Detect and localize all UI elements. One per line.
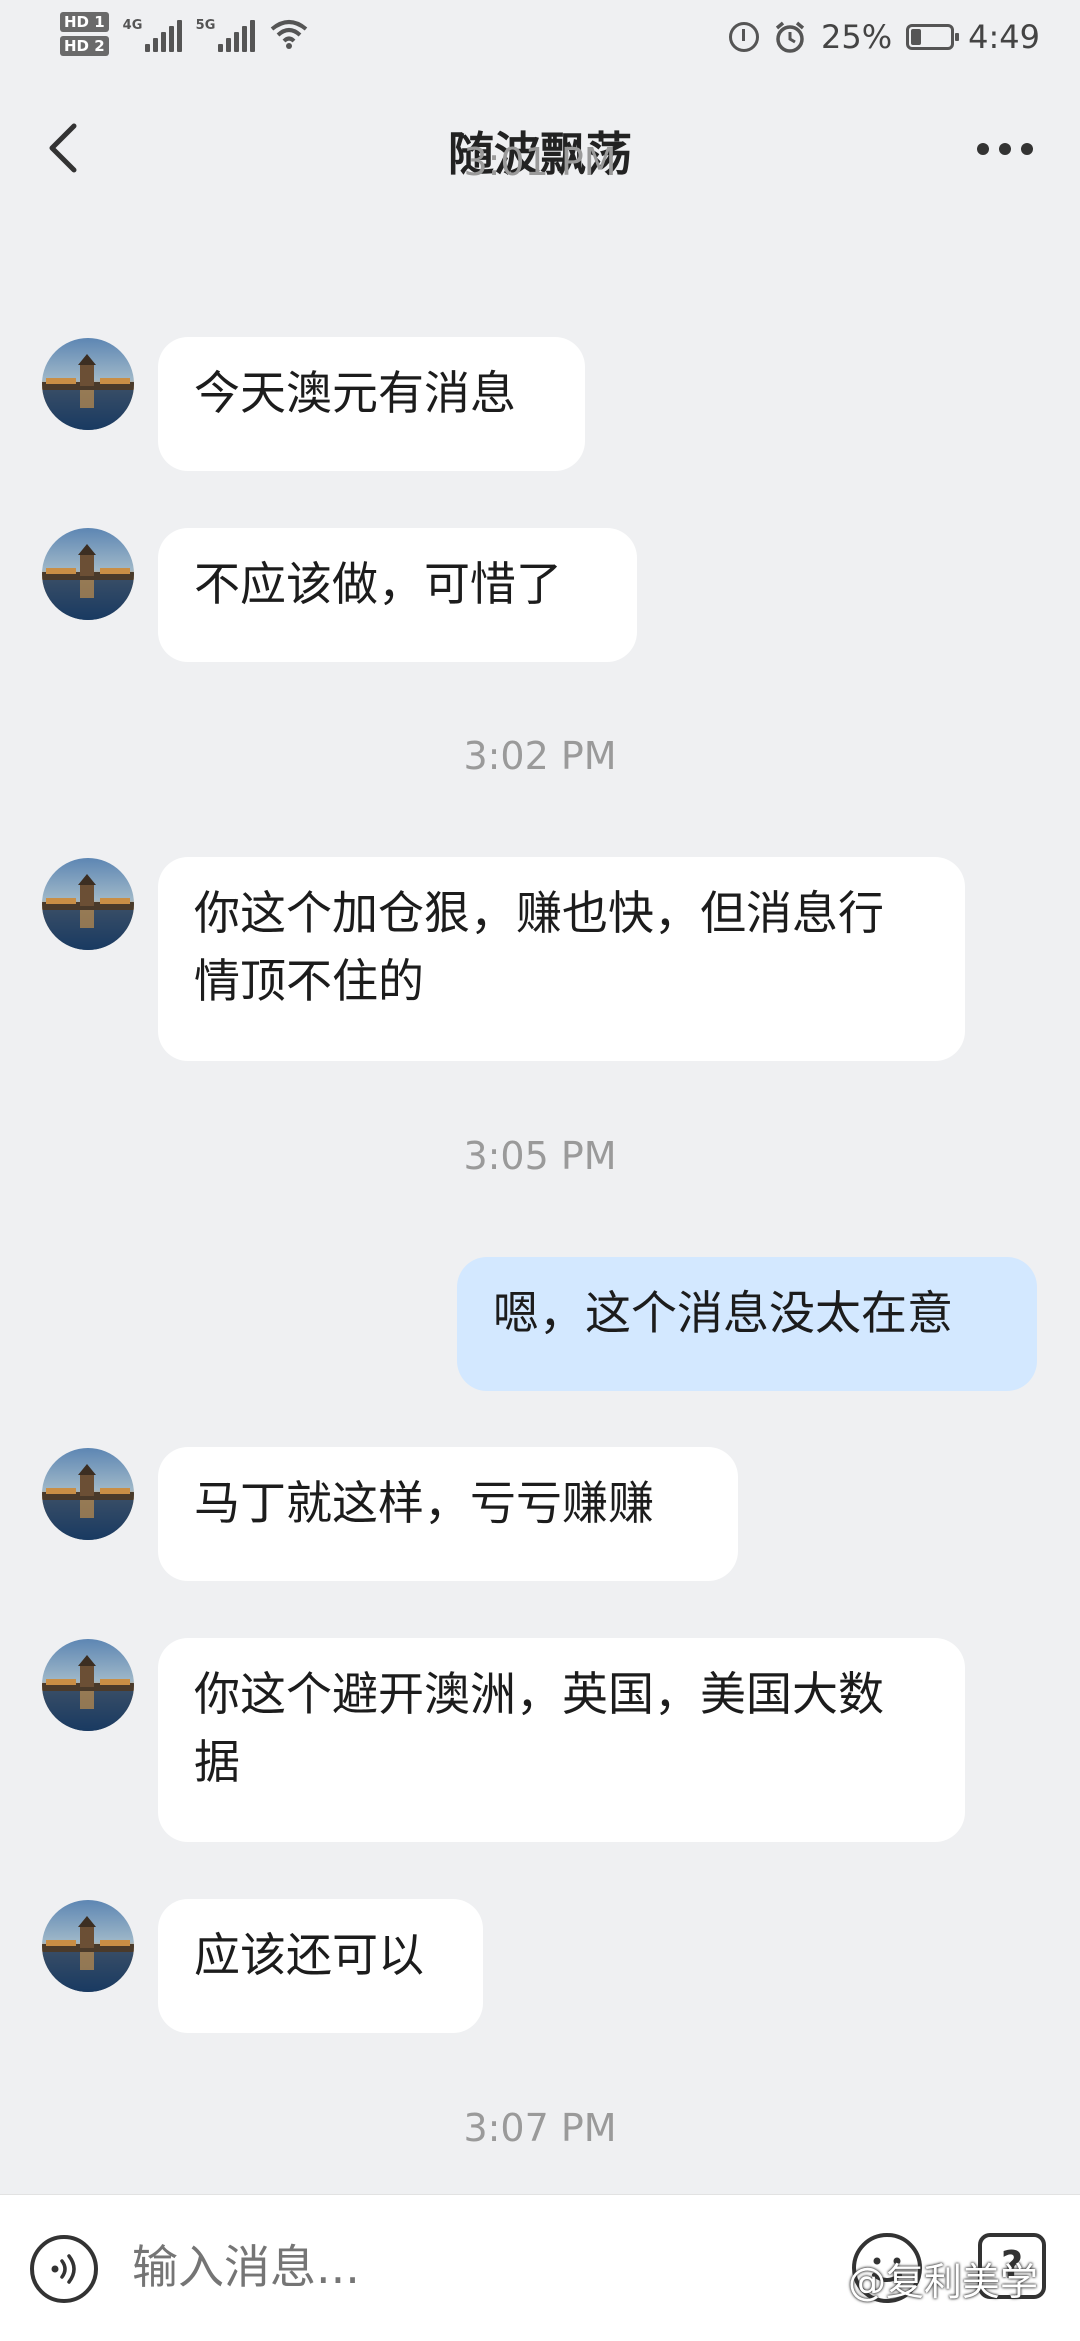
voice-icon	[51, 2254, 76, 2284]
wifi-icon	[270, 20, 307, 49]
signal-5g-icon: 5G	[196, 16, 255, 52]
voice-button[interactable]	[30, 2235, 98, 2303]
watermark: @复利美学	[848, 2260, 1039, 2304]
status-right: 25% 4:49	[729, 18, 1040, 56]
data-saver-icon	[729, 22, 760, 52]
input-bar: ? @复利美学	[0, 2194, 1080, 2341]
avatar[interactable]	[42, 1900, 134, 1992]
hd1-badge: HD 1	[60, 12, 109, 32]
alarm-icon	[775, 21, 805, 53]
timestamp: 3:05 PM	[463, 1134, 617, 1178]
message-incoming[interactable]: 今天澳元有消息	[158, 337, 585, 471]
battery-percent: 25%	[821, 18, 893, 56]
avatar[interactable]	[42, 528, 134, 620]
message-input[interactable]	[130, 2239, 834, 2295]
timestamp: 3:01 PM	[463, 140, 617, 184]
avatar[interactable]	[42, 338, 134, 430]
message-outgoing[interactable]: 嗯，这个消息没太在意	[457, 1257, 1037, 1391]
status-bar: HD 1 HD 2 4G 5G 25% 4:49	[0, 0, 1080, 80]
hd-badges: HD 1 HD 2	[60, 12, 109, 56]
avatar[interactable]	[42, 858, 134, 950]
message-incoming[interactable]: 你这个加仓狠，赚也快，但消息行情顶不住的	[158, 857, 965, 1061]
battery-fill	[911, 29, 922, 45]
avatar[interactable]	[42, 1448, 134, 1540]
timestamp: 3:02 PM	[463, 734, 617, 778]
avatar[interactable]	[42, 1639, 134, 1731]
message-incoming[interactable]: 马丁就这样，亏亏赚赚	[158, 1447, 738, 1581]
battery-icon	[906, 24, 960, 50]
clock: 4:49	[968, 18, 1040, 56]
timestamp: 3:07 PM	[463, 2106, 617, 2150]
hd2-badge: HD 2	[60, 36, 109, 56]
signal-4g-icon: 4G	[123, 16, 182, 52]
message-incoming[interactable]: 应该还可以	[158, 1899, 483, 2033]
message-incoming[interactable]: 你这个避开澳洲，英国，美国大数据	[158, 1638, 965, 1842]
message-incoming[interactable]: 不应该做，可惜了	[158, 528, 637, 662]
status-left: HD 1 HD 2 4G 5G	[60, 12, 309, 56]
